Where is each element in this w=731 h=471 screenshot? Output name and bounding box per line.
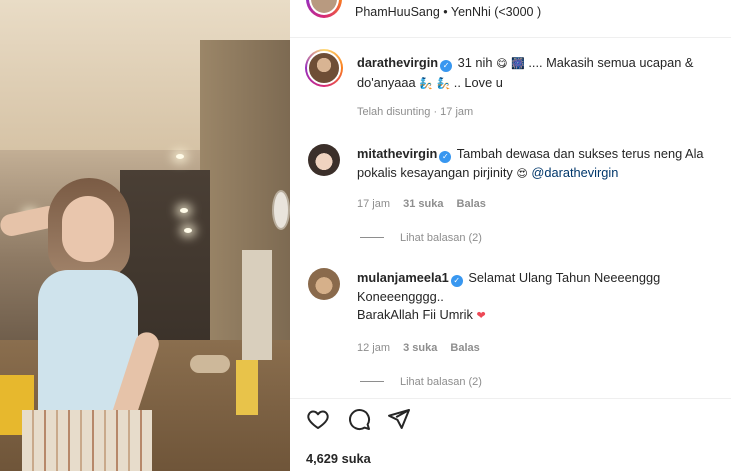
view-replies-label: Lihat balasan (2) bbox=[400, 232, 482, 244]
comment-time: 17 jam bbox=[357, 198, 391, 210]
emoji: 🎆 bbox=[511, 57, 525, 70]
shelf bbox=[242, 250, 272, 360]
caption-text: darathevirgin ✓ 31 nih 😋 🎆 .... Makasih s… bbox=[357, 54, 725, 93]
reply-button[interactable]: Balas bbox=[457, 198, 486, 210]
caption-body: 31 nih bbox=[457, 55, 493, 70]
caption-avatar[interactable] bbox=[305, 49, 343, 87]
comment-avatar[interactable] bbox=[308, 144, 340, 176]
person-face bbox=[62, 196, 114, 262]
post-header: PhamHuuSang • YenNhi (<3000 ) bbox=[290, 0, 731, 38]
comment-time: 12 jam bbox=[357, 342, 391, 354]
emoji: 😍 bbox=[516, 166, 528, 180]
comment-body: Koneeengggg.. bbox=[357, 288, 444, 304]
person-skirt bbox=[22, 410, 152, 471]
emoji: 🧞 bbox=[436, 76, 451, 90]
comment-likes[interactable]: 3 suka bbox=[403, 342, 437, 354]
comment-icon[interactable] bbox=[347, 407, 371, 431]
verified-badge-icon: ✓ bbox=[440, 60, 453, 72]
view-replies-button[interactable]: Lihat balasan (2) bbox=[360, 376, 482, 388]
ceiling-light bbox=[180, 208, 188, 213]
dog bbox=[190, 355, 230, 373]
header-avatar[interactable] bbox=[306, 0, 342, 18]
post-details-panel: PhamHuuSang • YenNhi (<3000 ) darathevir… bbox=[290, 0, 731, 471]
likes-count[interactable]: 4,629 suka bbox=[306, 451, 371, 466]
verified-badge-icon: ✓ bbox=[439, 151, 452, 163]
ceiling-light bbox=[184, 228, 192, 233]
verified-badge-icon: ✓ bbox=[450, 275, 463, 287]
caption-edited: Telah disunting · 17 jam bbox=[357, 106, 474, 118]
heart-emoji: ❤ bbox=[476, 309, 486, 322]
replies-divider bbox=[360, 237, 384, 238]
emoji: 😋 bbox=[496, 57, 508, 70]
heart-icon[interactable] bbox=[306, 407, 330, 431]
comment-meta: 17 jam 31 suka Balas bbox=[357, 198, 486, 210]
post-actions: 4,629 suka bbox=[290, 398, 731, 471]
comment-text: mitathevirgin ✓ Tambah dewasa dan sukses … bbox=[357, 145, 725, 183]
comment-avatar[interactable] bbox=[308, 268, 340, 300]
caption-body: .. Love u bbox=[453, 74, 503, 90]
comment-meta: 12 jam 3 suka Balas bbox=[357, 342, 480, 354]
share-icon[interactable] bbox=[387, 407, 411, 431]
post-media[interactable] bbox=[0, 0, 290, 471]
ceiling-light bbox=[176, 154, 184, 159]
comment-body: BarakAllah Fii Umrik bbox=[357, 307, 473, 322]
comment-username[interactable]: mitathevirgin bbox=[357, 146, 437, 161]
replies-divider bbox=[360, 381, 384, 382]
comment-username[interactable]: mulanjameela1 bbox=[357, 270, 449, 285]
comment-body: Selamat Ulang Tahun Neeeenggg bbox=[468, 270, 661, 285]
view-replies-label: Lihat balasan (2) bbox=[400, 376, 482, 388]
yellow-bin bbox=[236, 360, 258, 415]
audio-attribution[interactable]: PhamHuuSang • YenNhi (<3000 ) bbox=[355, 5, 541, 19]
comment-text: mulanjameela1 ✓ Selamat Ulang Tahun Neeee… bbox=[357, 269, 725, 326]
reply-button[interactable]: Balas bbox=[450, 342, 479, 354]
emoji: 🧞 bbox=[419, 76, 433, 90]
mention-link[interactable]: @darathevirgin bbox=[531, 165, 618, 180]
view-replies-button[interactable]: Lihat balasan (2) bbox=[360, 232, 482, 244]
caption-username[interactable]: darathevirgin bbox=[357, 55, 438, 70]
comment-likes[interactable]: 31 suka bbox=[403, 198, 443, 210]
wall-clock bbox=[272, 190, 290, 230]
